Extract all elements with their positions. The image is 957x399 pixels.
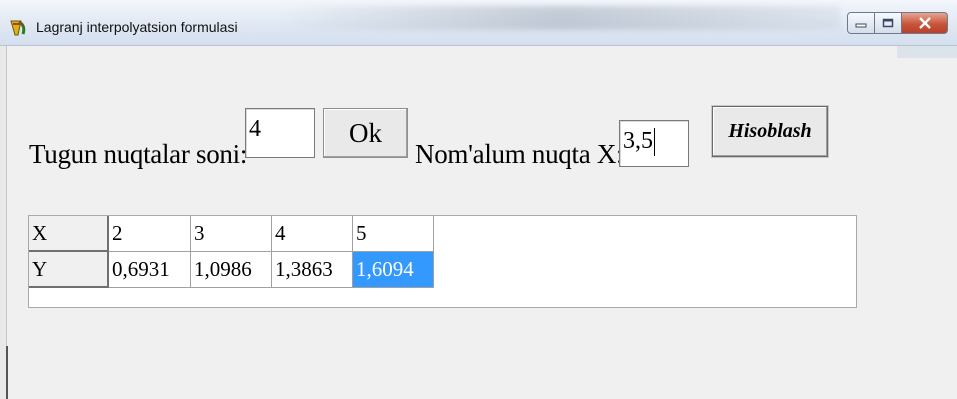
grid-cell[interactable]: 4 bbox=[272, 216, 353, 252]
minimize-button[interactable] bbox=[847, 12, 875, 34]
window-title: Lagranj interpolyatsion formulasi bbox=[36, 19, 238, 35]
maximize-button[interactable] bbox=[875, 12, 902, 34]
unknown-point-input[interactable]: 3,5 bbox=[619, 120, 689, 167]
grid-cell[interactable]: 5 bbox=[353, 216, 434, 252]
minimize-icon bbox=[855, 23, 867, 28]
close-button[interactable] bbox=[902, 12, 948, 34]
data-grid[interactable]: X 2 3 4 5 Y 0,6931 1,0986 1,3863 1,6094 bbox=[28, 215, 857, 308]
close-icon bbox=[918, 17, 931, 29]
nodes-count-label: Tugun nuqtalar soni: bbox=[29, 139, 248, 169]
maximize-icon bbox=[882, 18, 894, 28]
grid-cell[interactable]: 1,0986 bbox=[191, 252, 272, 288]
app-icon bbox=[10, 20, 26, 36]
title-bar: Lagranj interpolyatsion formulasi bbox=[0, 0, 957, 46]
nodes-count-input[interactable]: 4 bbox=[245, 108, 315, 158]
calculate-button[interactable]: Hisoblash bbox=[712, 106, 828, 157]
window-controls bbox=[847, 12, 948, 34]
row-header-x: X bbox=[29, 216, 109, 252]
grid-cell[interactable]: 0,6931 bbox=[109, 252, 191, 288]
unknown-point-label: Nom'alum nuqta X: bbox=[415, 139, 624, 169]
unknown-point-value: 3,5 bbox=[623, 128, 653, 154]
ok-button-label: Ok bbox=[349, 117, 382, 148]
row-header-y: Y bbox=[29, 252, 109, 288]
calculate-button-label: Hisoblash bbox=[728, 120, 812, 142]
nodes-count-value: 4 bbox=[249, 116, 261, 142]
ok-button[interactable]: Ok bbox=[323, 108, 408, 158]
grid-cell[interactable]: 1,3863 bbox=[272, 252, 353, 288]
grid-cell-selected[interactable]: 1,6094 bbox=[353, 252, 434, 288]
grid-cell[interactable]: 3 bbox=[191, 216, 272, 252]
text-caret bbox=[654, 128, 655, 157]
grid-cell[interactable]: 2 bbox=[109, 216, 191, 252]
